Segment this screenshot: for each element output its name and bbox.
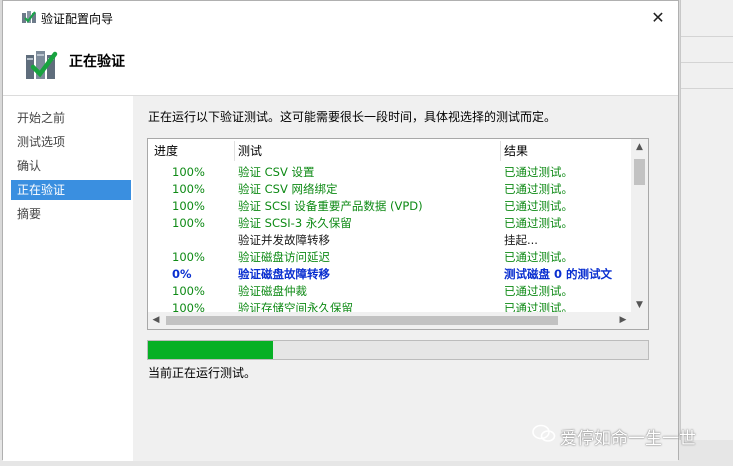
horizontal-scrollbar[interactable]: ◀ ▶ — [148, 312, 631, 329]
step-testing-options[interactable]: 测试选项 — [11, 132, 131, 152]
scroll-left-arrow-icon[interactable]: ◀ — [148, 312, 164, 329]
test-list[interactable]: 进度 测试 结果 100% 验证 CSV 设置 已通过测试。 100% 验证 CSV 网… — [147, 138, 649, 330]
scroll-right-arrow-icon[interactable]: ▶ — [615, 312, 631, 329]
test-name-cell: 验证磁盘访问延迟 — [238, 250, 330, 264]
scroll-down-arrow-icon[interactable]: ▼ — [631, 297, 648, 313]
window-title: 验证配置向导 — [41, 12, 114, 26]
column-header-progress[interactable]: 进度 — [154, 139, 178, 163]
test-name-cell: 验证并发故障转移 — [238, 233, 330, 247]
cluster-validate-icon — [22, 11, 36, 23]
test-name-cell: 验证磁盘仲裁 — [238, 284, 307, 298]
test-name-cell: 验证 SCSI 设备重要产品数据 (VPD) — [238, 199, 423, 213]
test-name-cell: 验证 CSV 网络绑定 — [238, 182, 338, 196]
title-bar: 验证配置向导 ✕ — [3, 1, 678, 35]
vertical-scrollbar[interactable]: ▲ ▼ — [631, 139, 648, 313]
test-progress-cell: 100% — [172, 182, 205, 196]
test-result-cell: 已通过测试。 — [504, 216, 573, 230]
test-row[interactable]: 100% 验证 SCSI 设备重要产品数据 (VPD) 已通过测试。 — [148, 198, 630, 215]
description-text: 正在运行以下验证测试。这可能需要很长一段时间，具体视选择的测试而定。 — [148, 110, 557, 124]
scrollbar-corner — [631, 312, 648, 329]
column-separator — [500, 141, 501, 161]
test-result-cell: 已通过测试。 — [504, 250, 573, 264]
test-row[interactable]: 100% 验证 CSV 网络绑定 已通过测试。 — [148, 181, 630, 198]
watermark-text: 爱停如命一生一世 — [560, 429, 696, 449]
close-button[interactable]: ✕ — [638, 1, 678, 35]
wechat-icon — [532, 424, 556, 442]
test-name-cell: 验证 SCSI-3 永久保留 — [238, 216, 352, 230]
test-name-cell: 验证 CSV 设置 — [238, 165, 315, 179]
test-progress-cell: 100% — [172, 199, 205, 213]
validate-wizard-icon — [26, 51, 58, 79]
step-summary[interactable]: 摘要 — [11, 204, 131, 224]
test-row[interactable]: 100% 验证磁盘仲裁 已通过测试。 — [148, 283, 630, 300]
step-validating[interactable]: 正在验证 — [11, 180, 131, 200]
test-progress-cell: 100% — [172, 250, 205, 264]
wizard-steps: 开始之前 测试选项 确认 正在验证 摘要 — [3, 96, 133, 461]
horizontal-scroll-thumb[interactable] — [166, 316, 558, 325]
step-confirmation[interactable]: 确认 — [11, 156, 131, 176]
main-panel: 正在运行以下验证测试。这可能需要很长一段时间，具体视选择的测试而定。 进度 测试… — [133, 96, 678, 461]
test-progress-cell: 100% — [172, 165, 205, 179]
test-progress-cell: 100% — [172, 284, 205, 298]
column-header-test[interactable]: 测试 — [238, 139, 262, 163]
test-row[interactable]: 100% 验证磁盘访问延迟 已通过测试。 — [148, 249, 630, 266]
step-before-you-begin[interactable]: 开始之前 — [11, 108, 131, 128]
test-result-cell: 已通过测试。 — [504, 284, 573, 298]
test-row[interactable]: 验证并发故障转移 挂起... — [148, 232, 630, 249]
test-result-cell: 挂起... — [504, 233, 538, 247]
test-row[interactable]: 100% 验证 CSV 设置 已通过测试。 — [148, 164, 630, 181]
test-progress-cell — [172, 232, 232, 249]
test-result-cell: 已通过测试。 — [504, 182, 573, 196]
column-header-result[interactable]: 结果 — [504, 139, 528, 163]
vertical-scroll-thumb[interactable] — [634, 159, 645, 185]
test-result-cell: 测试磁盘 0 的测试文 — [504, 267, 613, 281]
column-separator — [234, 141, 235, 161]
test-result-cell: 已通过测试。 — [504, 199, 573, 213]
test-result-cell: 已通过测试。 — [504, 165, 573, 179]
page-header: 正在验证 — [3, 35, 678, 95]
page-title: 正在验证 — [69, 54, 125, 70]
test-row[interactable]: 0% 验证磁盘故障转移 测试磁盘 0 的测试文 — [148, 266, 630, 283]
progress-fill — [148, 341, 273, 359]
wizard-dialog: 验证配置向导 ✕ 正在验证 开始之前 测试选项 确认 正在验证 摘要 正在运行以… — [2, 0, 679, 461]
overall-progress-bar — [147, 340, 649, 360]
status-text: 当前正在运行测试。 — [148, 366, 257, 380]
background-window — [680, 0, 733, 466]
test-progress-cell: 0% — [172, 267, 192, 281]
test-progress-cell: 100% — [172, 216, 205, 230]
test-row[interactable]: 100% 验证 SCSI-3 永久保留 已通过测试。 — [148, 215, 630, 232]
test-name-cell: 验证磁盘故障转移 — [238, 267, 330, 281]
scroll-up-arrow-icon[interactable]: ▲ — [631, 139, 648, 155]
